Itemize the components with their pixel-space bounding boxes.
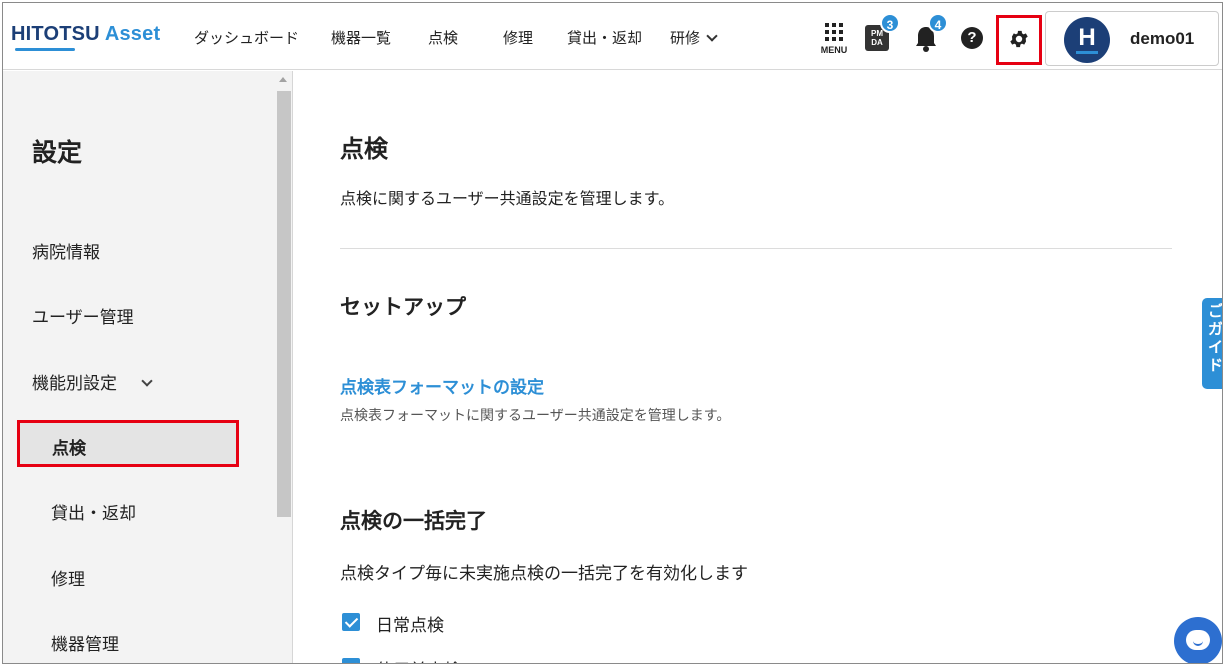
menu-button[interactable]: MENU xyxy=(819,21,849,61)
sidebar-subitem-equipment-management[interactable]: 機器管理 xyxy=(51,630,119,655)
settings-button[interactable] xyxy=(996,15,1042,65)
chevron-down-icon xyxy=(141,375,153,387)
sidebar-title: 設定 xyxy=(32,138,83,167)
question-icon: ? xyxy=(967,29,977,46)
sidebar-item-user-management[interactable]: ユーザー管理 xyxy=(32,303,134,328)
chat-button[interactable] xyxy=(1174,617,1222,663)
nav-equipment-list[interactable]: 機器一覧 xyxy=(331,27,391,48)
bulk-complete-description: 点検タイプ毎に未実施点検の一括完了を有効化します xyxy=(340,564,748,584)
sidebar-subitem-label: 点検 xyxy=(52,439,86,459)
setup-heading: セットアップ xyxy=(340,295,466,319)
guide-tab[interactable]: ご ガ イ ド xyxy=(1202,298,1222,389)
sidebar-item-feature-settings[interactable]: 機能別設定 xyxy=(32,369,153,394)
avatar: H xyxy=(1064,17,1110,63)
checkbox-label: 使用前点検 xyxy=(376,656,461,663)
app-logo[interactable]: HITOTSU Asset xyxy=(11,23,160,46)
nav-training-label: 研修 xyxy=(670,29,701,47)
nav-dashboard[interactable]: ダッシュボード xyxy=(194,27,299,48)
pmda-icon: PM DA xyxy=(871,29,883,47)
top-header: HITOTSU Asset ダッシュボード 機器一覧 点検 修理 貸出・返却 研… xyxy=(3,3,1222,70)
pmda-count-badge: 3 xyxy=(880,13,900,33)
logo-accent-text: Asset xyxy=(104,23,161,45)
nav-training-dropdown[interactable]: 研修 xyxy=(670,27,718,48)
format-settings-link[interactable]: 点検表フォーマットの設定 xyxy=(340,373,544,398)
scroll-up-icon[interactable] xyxy=(279,77,287,82)
sidebar-item-feature-settings-label: 機能別設定 xyxy=(32,374,117,394)
nav-repair[interactable]: 修理 xyxy=(503,27,533,48)
sidebar-subitem-lending[interactable]: 貸出・返却 xyxy=(51,499,136,524)
notification-count-badge: 4 xyxy=(928,13,948,33)
grid-icon xyxy=(825,23,843,41)
checkbox-label: 日常点検 xyxy=(376,616,444,636)
main-content: 点検 点検に関するユーザー共通設定を管理します。 セットアップ 点検表フォーマッ… xyxy=(294,71,1222,663)
logo-main-text: HITOTSU xyxy=(11,23,100,45)
nav-lending[interactable]: 貸出・返却 xyxy=(567,27,642,48)
sidebar-subitem-repair[interactable]: 修理 xyxy=(51,565,85,590)
settings-sidebar: 設定 病院情報 ユーザー管理 機能別設定 点検 貸出・返却 修理 機器管理 xyxy=(3,71,293,663)
chevron-down-icon xyxy=(706,30,718,42)
sidebar-subitem-inspection[interactable]: 点検 xyxy=(17,420,239,467)
checkbox-checked-icon[interactable] xyxy=(342,613,360,631)
format-settings-description: 点検表フォーマットに関するユーザー共通設定を管理します。 xyxy=(340,408,731,424)
menu-label: MENU xyxy=(820,45,848,55)
user-menu[interactable]: H demo01 xyxy=(1045,11,1219,66)
section-divider xyxy=(340,248,1172,249)
nav-inspection[interactable]: 点検 xyxy=(428,27,458,48)
app-frame: HITOTSU Asset ダッシュボード 機器一覧 点検 修理 貸出・返却 研… xyxy=(2,2,1223,664)
bulk-complete-heading: 点検の一括完了 xyxy=(340,509,487,533)
help-button[interactable]: ? xyxy=(961,27,983,49)
logo-underline xyxy=(15,48,75,51)
page-title: 点検 xyxy=(340,135,388,163)
sidebar-scroll-thumb[interactable] xyxy=(277,91,291,517)
checkbox-checked-icon[interactable] xyxy=(342,658,360,663)
sidebar-item-hospital-info[interactable]: 病院情報 xyxy=(32,238,100,263)
chat-icon xyxy=(1186,630,1210,650)
user-name: demo01 xyxy=(1130,29,1195,48)
gear-icon xyxy=(1010,30,1028,48)
page-description: 点検に関するユーザー共通設定を管理します。 xyxy=(340,189,675,208)
